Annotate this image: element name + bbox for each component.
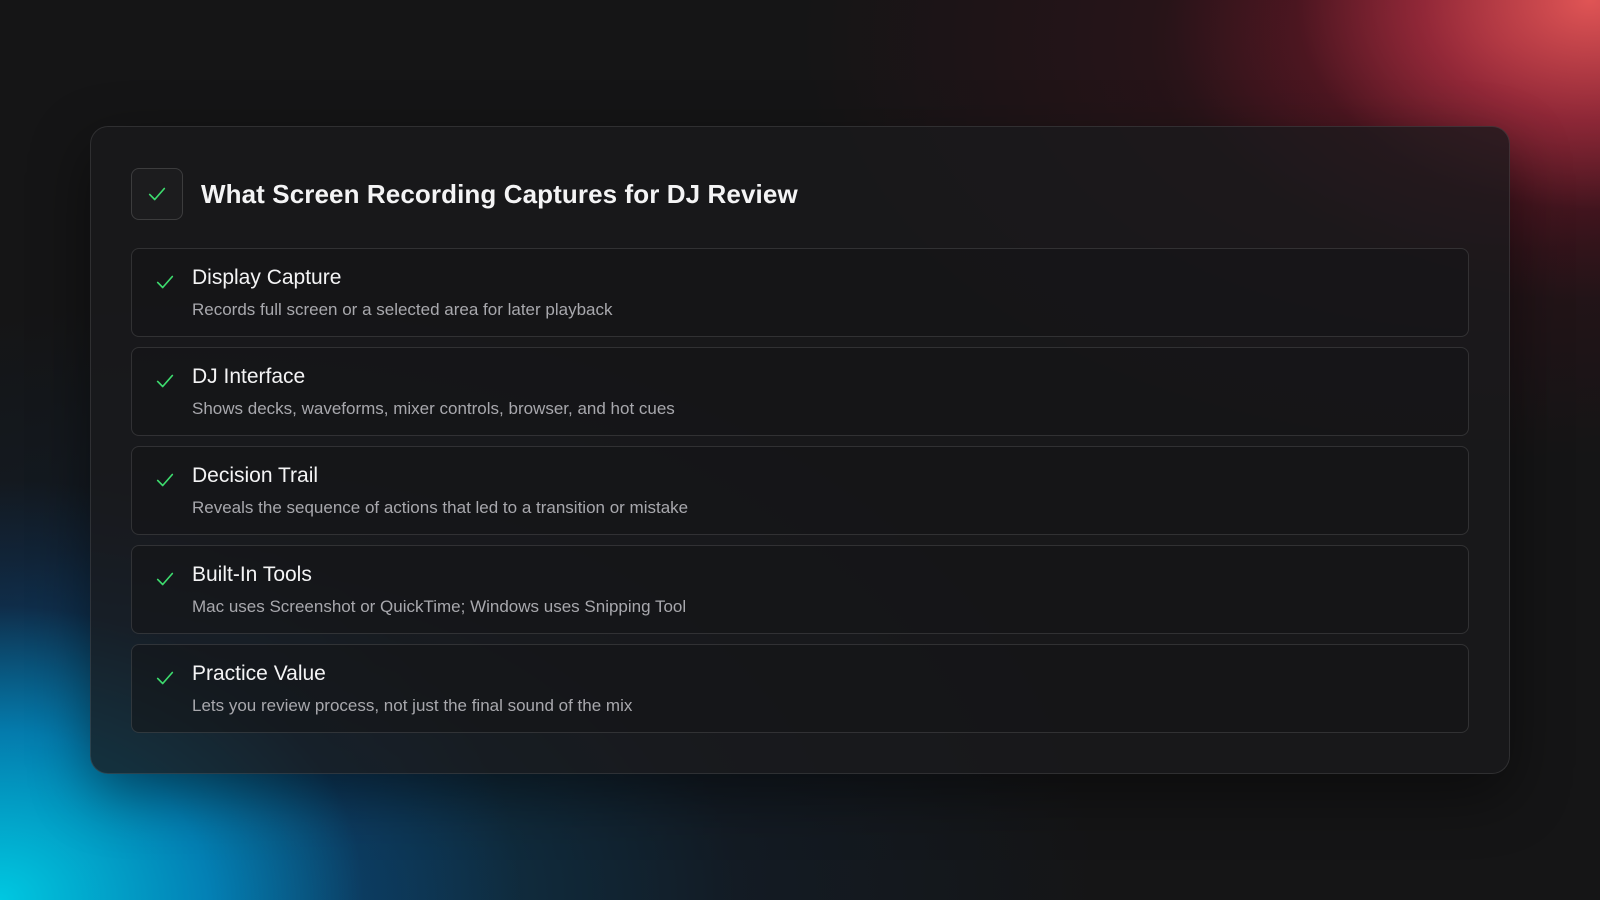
item-description: Shows decks, waveforms, mixer controls, …: [192, 399, 675, 418]
list-item: Decision Trail Reveals the sequence of a…: [131, 446, 1469, 535]
item-title: DJ Interface: [192, 365, 306, 388]
item-title: Practice Value: [192, 662, 326, 685]
item-title: Decision Trail: [192, 464, 319, 487]
list-item: Built-In Tools Mac uses Screenshot or Qu…: [131, 545, 1469, 634]
list-item: Display Capture Records full screen or a…: [131, 248, 1469, 337]
item-description: Lets you review process, not just the fi…: [192, 696, 633, 715]
check-icon: [156, 473, 174, 487]
check-icon: [156, 374, 174, 388]
card-title: What Screen Recording Captures for DJ Re…: [201, 178, 798, 209]
feature-card: What Screen Recording Captures for DJ Re…: [90, 126, 1510, 774]
feature-list: Display Capture Records full screen or a…: [131, 248, 1469, 743]
check-icon: [156, 572, 174, 586]
item-description: Mac uses Screenshot or QuickTime; Window…: [192, 597, 687, 616]
list-item: DJ Interface Shows decks, waveforms, mix…: [131, 347, 1469, 436]
card-header: What Screen Recording Captures for DJ Re…: [131, 167, 798, 221]
check-icon: [156, 275, 174, 289]
item-title: Built-In Tools: [192, 563, 312, 586]
list-item: Practice Value Lets you review process, …: [131, 644, 1469, 733]
check-icon: [156, 671, 174, 685]
item-description: Records full screen or a selected area f…: [192, 300, 613, 319]
item-description: Reveals the sequence of actions that led…: [192, 498, 689, 517]
check-icon: [148, 187, 166, 201]
header-check-badge: [131, 168, 183, 220]
item-title: Display Capture: [192, 266, 342, 289]
